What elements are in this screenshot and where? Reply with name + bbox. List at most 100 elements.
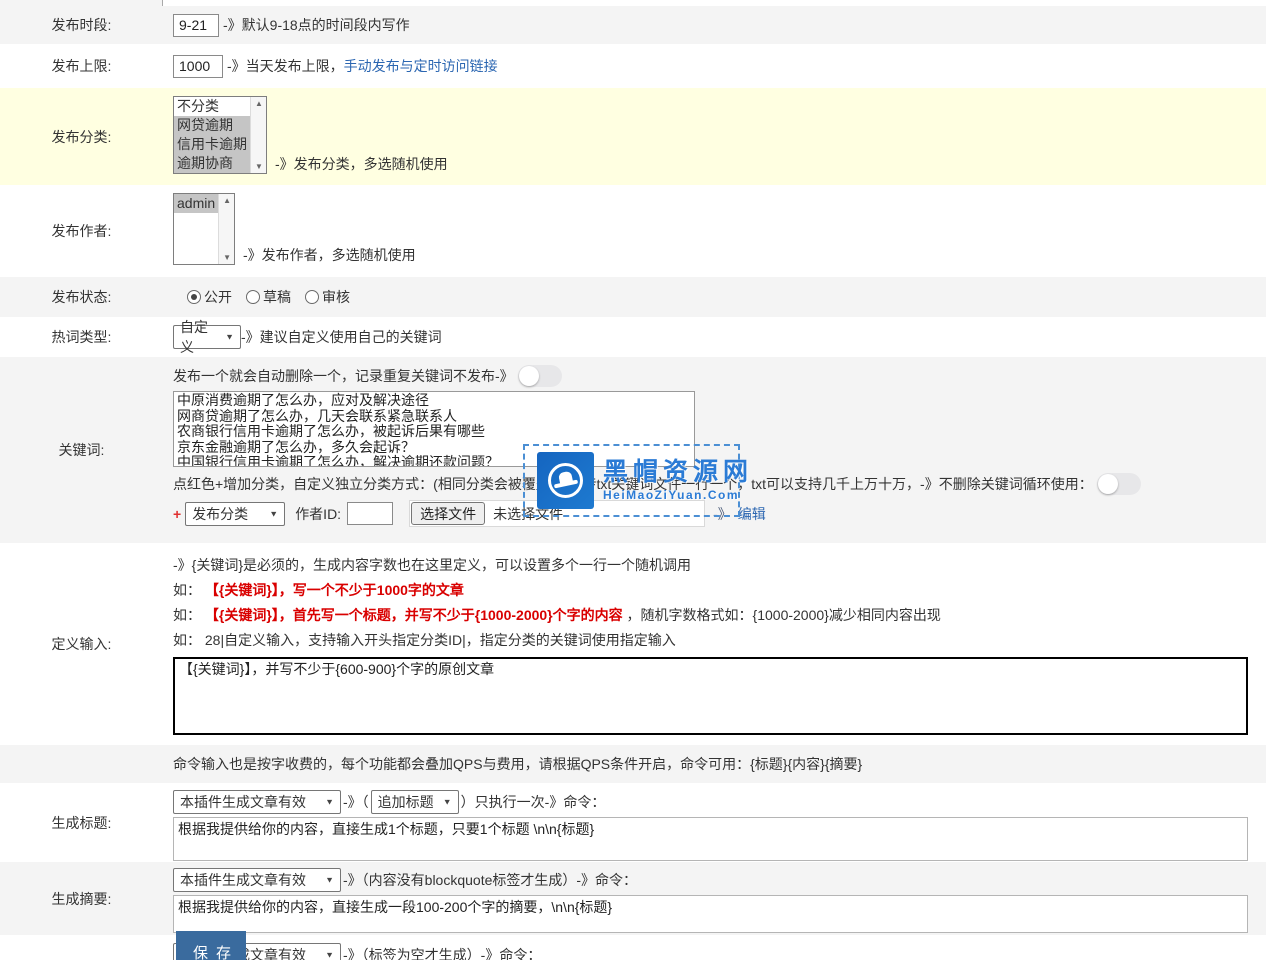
- keyword-dedupe-toggle[interactable]: [518, 365, 562, 387]
- scroll-down-icon[interactable]: ▼: [223, 253, 231, 262]
- form-row-publish-limit: 发布上限: -》当天发布上限， 手动发布与定时访问链接: [0, 44, 1266, 88]
- add-category-plus-icon[interactable]: +: [173, 506, 181, 522]
- form-row-gen-title: 生成标题: 本插件生成文章有效 ▼ -》（ 追加标题 ▼ ）只执行一次-》命令：…: [0, 783, 1266, 862]
- keyword-category-value: 发布分类: [192, 504, 248, 524]
- command-note-label-cell: [0, 745, 163, 783]
- publish-status-radio-group: 公开 草稿 审核: [187, 287, 350, 307]
- define-input-hint1: -》{关键词}是必须的，生成内容字数也在这里定义，可以设置多个一行一个随机调用: [173, 553, 1266, 578]
- example-prefix: 如：: [173, 607, 201, 623]
- radio-review-label: 审核: [322, 287, 350, 307]
- gen-summary-scope-value: 本插件生成文章有效: [180, 870, 306, 890]
- gen-title-scope-value: 本插件生成文章有效: [180, 792, 306, 812]
- keyword-category-select[interactable]: 发布分类 ▼: [185, 502, 285, 526]
- gen-title-label: 生成标题:: [0, 783, 163, 862]
- gen-tags-label-cell: [0, 935, 163, 960]
- radio-review[interactable]: 审核: [305, 287, 350, 307]
- form-row-gen-summary: 生成摘要: 本插件生成文章有效 ▼ -》（内容没有blockquote标签才生成…: [0, 862, 1266, 935]
- form-row-define-input: 定义输入: -》{关键词}是必须的，生成内容字数也在这里定义，可以设置多个一行一…: [0, 543, 1266, 745]
- category-option[interactable]: 网贷逾期: [174, 116, 250, 135]
- hotword-type-label: 热词类型:: [0, 317, 163, 357]
- keyword-loop-toggle[interactable]: [1097, 473, 1141, 495]
- author-id-label: 作者ID:: [295, 504, 341, 524]
- form-row-command-note: 命令输入也是按字收费的，每个功能都会叠加QPS与费用，请根据QPS条件开启，命令…: [0, 745, 1266, 783]
- chevron-down-icon: ▼: [225, 333, 234, 342]
- radio-public[interactable]: 公开: [187, 287, 232, 307]
- radio-icon[interactable]: [246, 290, 260, 304]
- publish-category-multiselect[interactable]: 不分类 网贷逾期 信用卡逾期 逾期协商 ▲ ▼: [173, 96, 267, 174]
- author-option[interactable]: admin: [174, 194, 218, 213]
- publish-author-hint: -》发布作者，多选随机使用: [243, 245, 416, 265]
- gen-summary-scope-select[interactable]: 本插件生成文章有效 ▼: [173, 868, 341, 892]
- radio-public-label: 公开: [204, 287, 232, 307]
- define-input-label: 定义输入:: [0, 543, 163, 745]
- black-hat-logo-icon: [537, 452, 594, 509]
- gen-title-scope-select[interactable]: 本插件生成文章有效 ▼: [173, 790, 341, 814]
- form-row-hotword-type: 热词类型: 自定义 ▼ -》建议自定义使用自己的关键词: [0, 317, 1266, 357]
- publish-category-label: 发布分类:: [0, 88, 163, 185]
- publish-limit-hint: -》当天发布上限，: [227, 56, 344, 76]
- chevron-down-icon: ▼: [325, 876, 334, 885]
- category-option[interactable]: 逾期协商: [174, 154, 250, 173]
- gen-title-command-textarea[interactable]: 根据我提供给你的内容，直接生成1个标题，只要1个标题 \n\n{标题}: [173, 817, 1248, 861]
- hotword-type-select[interactable]: 自定义 ▼: [173, 325, 241, 349]
- radio-icon[interactable]: [187, 290, 201, 304]
- publish-limit-label: 发布上限:: [0, 44, 163, 88]
- radio-icon[interactable]: [305, 290, 319, 304]
- publish-time-input[interactable]: [173, 14, 219, 37]
- plugin-settings-page: 发布时段: -》默认9-18点的时间段内写作 发布上限: -》当天发布上限， 手…: [0, 0, 1266, 960]
- category-option[interactable]: 信用卡逾期: [174, 135, 250, 154]
- form-row-publish-status: 发布状态: 公开 草稿 审核: [0, 277, 1266, 317]
- publish-status-label: 发布状态:: [0, 277, 163, 317]
- gen-summary-label: 生成摘要:: [0, 862, 163, 935]
- gen-title-mode-value: 追加标题: [378, 792, 434, 812]
- author-id-input[interactable]: [347, 502, 393, 525]
- keywords-label: 关键词:: [0, 357, 163, 543]
- scroll-down-icon[interactable]: ▼: [255, 162, 263, 171]
- category-scrollbar[interactable]: ▲ ▼: [250, 97, 267, 173]
- category-option[interactable]: 不分类: [174, 97, 250, 116]
- choose-file-button[interactable]: 选择文件: [411, 502, 485, 525]
- radio-draft[interactable]: 草稿: [246, 287, 291, 307]
- gen-summary-hint: -》（内容没有blockquote标签才生成）-》命令：: [343, 870, 637, 890]
- command-note-text: 命令输入也是按字收费的，每个功能都会叠加QPS与费用，请根据QPS条件开启，命令…: [173, 754, 862, 774]
- save-button[interactable]: 保存: [176, 931, 246, 960]
- radio-draft-label: 草稿: [263, 287, 291, 307]
- publish-time-label: 发布时段:: [0, 6, 163, 44]
- define-input-example3: 如： 28|自定义输入，支持输入开头指定分类ID|，指定分类的关键词使用指定输入: [173, 628, 1266, 653]
- publish-category-hint: -》发布分类，多选随机使用: [275, 154, 448, 174]
- scroll-up-icon[interactable]: ▲: [223, 196, 231, 205]
- gen-title-mid-text: -》（: [343, 792, 369, 812]
- form-row-publish-author: 发布作者: admin ▲ ▼ -》发布作者，多选随机使用: [0, 185, 1266, 277]
- keywords-dedupe-hint: 发布一个就会自动删除一个，记录重复关键词不发布-》: [173, 366, 514, 386]
- chevron-down-icon: ▼: [325, 798, 334, 807]
- define-input-textarea[interactable]: 【{关键词}】，并写不少于{600-900}个字的原创文章: [173, 657, 1248, 735]
- chevron-down-icon: ▼: [325, 951, 334, 960]
- gen-title-mode-select[interactable]: 追加标题 ▼: [371, 790, 459, 814]
- publish-author-multiselect[interactable]: admin ▲ ▼: [173, 193, 235, 265]
- example3-text: 28|自定义输入，支持输入开头指定分类ID|，指定分类的关键词使用指定输入: [205, 632, 676, 648]
- hotword-type-value: 自定义: [180, 317, 219, 357]
- form-row-publish-time: 发布时段: -》默认9-18点的时间段内写作: [0, 6, 1266, 44]
- chevron-down-icon: ▼: [269, 509, 278, 518]
- gen-summary-command-textarea[interactable]: 根据我提供给你的内容，直接生成一段100-200个字的摘要，\n\n{标题}: [173, 895, 1248, 933]
- define-input-example2: 如： 【{关键词}】，首先写一个标题，并写不少于{1000-2000}个字的内容…: [173, 603, 1266, 628]
- scroll-up-icon[interactable]: ▲: [255, 99, 263, 108]
- author-scrollbar[interactable]: ▲ ▼: [218, 194, 235, 264]
- chevron-down-icon: ▼: [443, 798, 452, 807]
- example2-red-text: 【{关键词}】，首先写一个标题，并写不少于{1000-2000}个字的内容: [205, 607, 623, 623]
- define-input-example1: 如： 【{关键词}】，写一个不少于1000字的文章: [173, 578, 1266, 603]
- gen-title-after-text: ）只执行一次-》命令：: [461, 792, 606, 812]
- hotword-type-hint: -》建议自定义使用自己的关键词: [241, 327, 442, 347]
- example-prefix: 如：: [173, 582, 201, 598]
- example2-rest-text: ，随机字数格式如：{1000-2000}减少相同内容出现: [627, 607, 941, 623]
- gen-tags-hint: -》（标签为空才生成）-》命令：: [343, 945, 541, 960]
- example-prefix: 如：: [173, 632, 201, 648]
- edit-link[interactable]: 编辑: [738, 504, 766, 524]
- publish-author-label: 发布作者:: [0, 185, 163, 277]
- watermark: 黑帽资源网 HeiMaoZiYuan.Com: [523, 444, 740, 517]
- publish-time-hint: -》默认9-18点的时间段内写作: [223, 15, 410, 35]
- watermark-domain: HeiMaoZiYuan.Com: [603, 488, 753, 502]
- publish-limit-input[interactable]: [173, 55, 223, 78]
- example1-red-text: 【{关键词}】，写一个不少于1000字的文章: [205, 582, 464, 598]
- manual-publish-link[interactable]: 手动发布与定时访问链接: [344, 56, 498, 76]
